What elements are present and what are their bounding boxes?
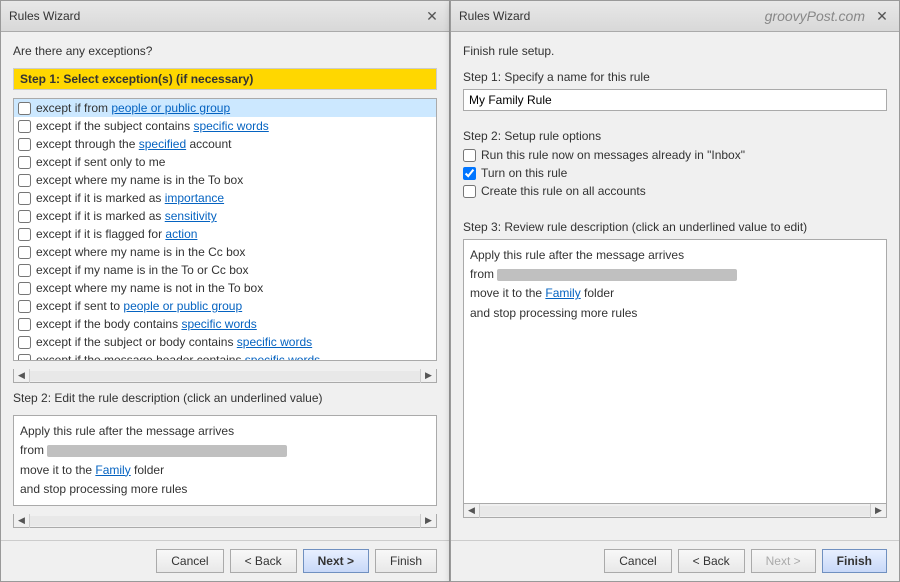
rule-name-input[interactable]	[463, 89, 887, 111]
left-step2-label: Step 2: Edit the rule description (click…	[13, 391, 437, 405]
left-finish-button[interactable]: Finish	[375, 549, 437, 573]
left-title-bar: Rules Wizard ✕	[1, 1, 449, 32]
right-rules-wizard: Rules Wizard groovyPost.com ✕ Finish rul…	[450, 0, 900, 582]
right-cancel-button[interactable]: Cancel	[604, 549, 671, 573]
right-next-button[interactable]: Next >	[751, 549, 816, 573]
option1-checkbox[interactable]	[463, 149, 476, 162]
exception-list-item[interactable]: except if the subject contains specific …	[14, 117, 436, 135]
option2-checkbox[interactable]	[463, 167, 476, 180]
right-review-scroll-right[interactable]: ▶	[870, 504, 886, 518]
left-back-button[interactable]: < Back	[230, 549, 297, 573]
left-rules-wizard: Rules Wizard ✕ Are there any exceptions?…	[0, 0, 450, 582]
left-question-label: Are there any exceptions?	[13, 44, 437, 58]
right-back-button[interactable]: < Back	[678, 549, 745, 573]
left-dialog-title: Rules Wizard	[9, 9, 80, 23]
left-desc-scrollbar[interactable]: ◀ ▶	[13, 514, 437, 528]
exception-list-item[interactable]: except if from people or public group	[14, 99, 436, 117]
option2-row: Turn on this rule	[463, 166, 887, 180]
exception-list-item[interactable]: except where my name is in the Cc box	[14, 243, 436, 261]
option3-label: Create this rule on all accounts	[481, 184, 646, 198]
left-desc-scroll-track	[30, 516, 420, 526]
left-dialog-content: Are there any exceptions? Step 1: Select…	[1, 32, 449, 540]
right-footer: Cancel < Back Next > Finish	[451, 540, 899, 581]
exception-list-item[interactable]: except if my name is in the To or Cc box	[14, 261, 436, 279]
exception-list-item[interactable]: except if it is marked as sensitivity	[14, 207, 436, 225]
right-step3-section: Step 3: Review rule description (click a…	[463, 220, 887, 518]
option2-label: Turn on this rule	[481, 166, 567, 180]
exception-list-item[interactable]: except where my name is in the To box	[14, 171, 436, 189]
exception-list-item[interactable]: except if the subject or body contains s…	[14, 333, 436, 351]
scroll-track	[30, 371, 420, 381]
left-step1-header: Step 1: Select exception(s) (if necessar…	[13, 68, 437, 90]
right-review-scroll-left[interactable]: ◀	[464, 504, 480, 518]
exception-list-item[interactable]: except if it is marked as importance	[14, 189, 436, 207]
right-review-scroll-track	[480, 506, 870, 516]
right-step2-label: Step 2: Setup rule options	[463, 129, 887, 143]
left-rule-desc-box: Apply this rule after the message arrive…	[13, 415, 437, 506]
right-review-box: Apply this rule after the message arrive…	[463, 239, 887, 504]
exception-list-item[interactable]: except if sent to people or public group	[14, 297, 436, 315]
left-desc-scroll-right[interactable]: ▶	[420, 514, 436, 528]
right-step2-section: Step 2: Setup rule options Run this rule…	[463, 129, 887, 202]
scroll-right-arrow[interactable]: ▶	[420, 369, 436, 383]
left-desc-scroll-left[interactable]: ◀	[14, 514, 30, 528]
right-dialog-title: Rules Wizard	[459, 9, 530, 23]
finish-setup-label: Finish rule setup.	[463, 44, 887, 58]
right-title-bar-right: groovyPost.com ✕	[765, 7, 891, 25]
right-close-button[interactable]: ✕	[873, 7, 891, 25]
scroll-left-arrow[interactable]: ◀	[14, 369, 30, 383]
right-step1-section: Step 1: Specify a name for this rule	[463, 70, 887, 111]
left-close-button[interactable]: ✕	[423, 7, 441, 25]
exceptions-scrollbar[interactable]: ◀ ▶	[13, 369, 437, 383]
option3-row: Create this rule on all accounts	[463, 184, 887, 198]
groovy-label: groovyPost.com	[765, 8, 865, 24]
option1-label: Run this rule now on messages already in…	[481, 148, 745, 162]
option3-checkbox[interactable]	[463, 185, 476, 198]
left-next-button[interactable]: Next >	[303, 549, 369, 573]
option1-row: Run this rule now on messages already in…	[463, 148, 887, 162]
exception-list-item[interactable]: except if it is flagged for action	[14, 225, 436, 243]
exceptions-list[interactable]: except if from people or public groupexc…	[13, 98, 437, 361]
right-dialog-content: Finish rule setup. Step 1: Specify a nam…	[451, 32, 899, 540]
right-review-scrollbar[interactable]: ◀ ▶	[463, 504, 887, 518]
exception-list-item[interactable]: except if sent only to me	[14, 153, 436, 171]
left-cancel-button[interactable]: Cancel	[156, 549, 223, 573]
right-step3-label: Step 3: Review rule description (click a…	[463, 220, 887, 234]
right-step1-label: Step 1: Specify a name for this rule	[463, 70, 887, 84]
left-footer: Cancel < Back Next > Finish	[1, 540, 449, 581]
exception-list-item[interactable]: except if the body contains specific wor…	[14, 315, 436, 333]
right-finish-button[interactable]: Finish	[822, 549, 887, 573]
exception-list-item[interactable]: except if the message header contains sp…	[14, 351, 436, 361]
right-title-bar: Rules Wizard groovyPost.com ✕	[451, 1, 899, 32]
exception-list-item[interactable]: except through the specified account	[14, 135, 436, 153]
exception-list-item[interactable]: except where my name is not in the To bo…	[14, 279, 436, 297]
